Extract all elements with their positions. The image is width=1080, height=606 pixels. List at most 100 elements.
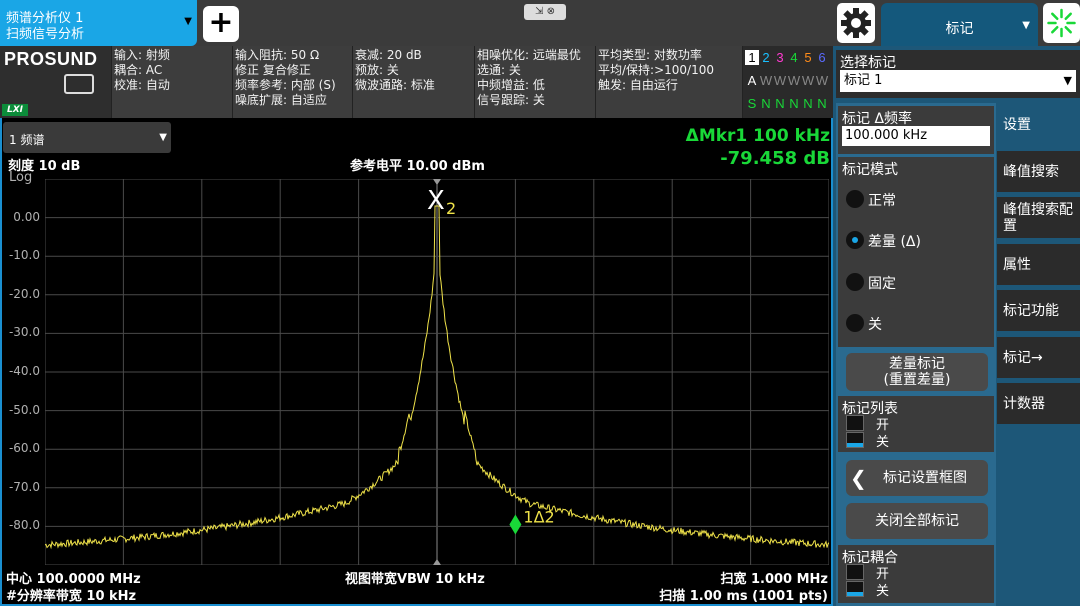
delta-marker-button-line2: (重置差量) — [883, 372, 951, 388]
marker-mode-title: 标记模式 — [842, 162, 898, 178]
setting-noise-floor: 噪底扩展: 自适应 — [235, 93, 327, 107]
trace-detector: N — [789, 96, 799, 111]
trace-number: 3 — [776, 50, 784, 65]
trace-type: W — [759, 73, 773, 88]
menu-tab-counter[interactable]: 计数器 — [997, 382, 1080, 424]
rbw-label[interactable]: #分辨率带宽 10 kHz — [6, 585, 136, 604]
delta-freq-input[interactable]: 100.000 kHz — [842, 126, 990, 146]
menu-selector[interactable]: 标记 ▼ — [881, 3, 1038, 46]
trace-number: 2 — [762, 50, 770, 65]
trace-number: 6 — [818, 50, 826, 65]
center-arrow-bottom — [433, 559, 441, 565]
reference-marker[interactable]: X — [427, 186, 445, 216]
trace-indicator[interactable]: 123456 AWWWWW SNNNNN — [742, 46, 833, 118]
busy-indicator — [1043, 3, 1080, 43]
settings-impedance[interactable]: 输入阻抗: 50 Ω 修正 复合修正 频率参考: 内部 (S) 噪底扩展: 自适… — [232, 46, 352, 118]
trace-detector: N — [817, 96, 827, 111]
setting-correction: 修正 复合修正 — [235, 63, 311, 77]
chevron-down-icon: ▼ — [1022, 20, 1030, 31]
grid — [45, 179, 829, 565]
setting-impedance: 输入阻抗: 50 Ω — [235, 48, 320, 62]
brand-area: PROSUND LXI — [0, 46, 112, 118]
mode-off-label: 关 — [868, 317, 882, 333]
y-tick-label: -50.0 — [8, 402, 40, 417]
delta-marker-label: 1Δ2 — [523, 507, 554, 526]
settings-phase-noise[interactable]: 相噪优化: 远端最优 选通: 关 中频增益: 低 信号跟踪: 关 — [474, 46, 595, 118]
settings-input[interactable]: 输入: 射频 耦合: AC 校准: 自动 — [111, 46, 232, 118]
trace-selector[interactable]: 1 频谱 ▼ — [3, 122, 171, 153]
trace-numbers-row: 123456 — [745, 50, 829, 66]
marker-select-value: 标记 1 — [844, 73, 883, 88]
trace-selector-value: 1 频谱 — [9, 133, 45, 147]
marker-select-dropdown[interactable]: 标记 1 ▼ — [840, 70, 1076, 92]
trace-number: 5 — [804, 50, 812, 65]
menu-tab-marker-function[interactable]: 标记功能 — [997, 289, 1080, 331]
trace-type: W — [815, 73, 829, 88]
marker-select-title: 选择标记 — [840, 55, 896, 71]
setting-mw-path: 微波通路: 标准 — [355, 78, 435, 92]
spectrum-plot[interactable]: X 2 1Δ2 — [45, 179, 829, 565]
marker-setup-button[interactable]: ❮ 标记设置框图 — [846, 460, 988, 496]
mode-fixed-label: 固定 — [868, 276, 896, 292]
settings-attenuation[interactable]: 衰减: 20 dB 预放: 关 微波通路: 标准 — [352, 46, 474, 118]
radio-selected-icon — [846, 231, 864, 249]
toggle-selected-icon — [846, 432, 864, 448]
brand-logo: PROSUND — [4, 49, 98, 69]
menu-tab-peak-config[interactable]: 峰值搜索配置 — [997, 196, 1080, 238]
menu-title: 标记 — [945, 21, 974, 37]
add-screen-button[interactable]: + — [203, 6, 239, 42]
marker-mode-group: 标记模式 正常 差量 (Δ) 固定 关 — [838, 157, 994, 347]
setting-trigger: 触发: 自由运行 — [598, 78, 678, 92]
toggle-icon — [846, 564, 864, 580]
mode-delta-label: 差量 (Δ) — [868, 234, 921, 250]
toggle-selected-icon — [846, 581, 864, 597]
settings-average[interactable]: 平均类型: 对数功率 平均/保持:>100/100 触发: 自由运行 — [595, 46, 742, 118]
chevron-down-icon: ▼ — [1063, 74, 1072, 87]
setting-phase-noise: 相噪优化: 远端最优 — [477, 48, 581, 62]
menu-tab-settings[interactable]: 设置 — [997, 103, 1080, 145]
reference-marker-index: 2 — [446, 199, 456, 218]
chevron-down-icon: ▼ — [159, 132, 167, 143]
monitor-icon[interactable] — [64, 74, 94, 94]
marker-select-group: 选择标记 标记 1 ▼ — [836, 50, 1080, 98]
toggle-icon — [846, 415, 864, 431]
setting-coupling: 耦合: AC — [114, 63, 163, 77]
menu-tab-peak-search[interactable]: 峰值搜索 — [997, 150, 1080, 192]
trace-type: W — [773, 73, 787, 88]
radio-icon — [846, 273, 864, 291]
spinner-icon — [1047, 8, 1076, 38]
trace-number: 4 — [790, 50, 798, 65]
ref-level-label: 参考电平 10.00 dBm — [350, 159, 485, 174]
radio-icon — [846, 314, 864, 332]
menu-tab-properties[interactable]: 属性 — [997, 243, 1080, 285]
y-tick-label: -30.0 — [8, 325, 40, 340]
chevron-down-icon: ▼ — [184, 16, 192, 27]
marker-list-off-label: 关 — [876, 435, 890, 450]
scale-type: Log — [9, 170, 33, 185]
y-tick-label: 0.00 — [13, 209, 40, 224]
center-arrow-top — [433, 179, 441, 185]
measurement-name: 扫频信号分析 — [6, 27, 85, 42]
trace-type: A — [747, 73, 757, 88]
trace-detector: N — [761, 96, 771, 111]
vbw-label[interactable]: 视图带宽VBW 10 kHz — [345, 568, 485, 587]
chevron-left-icon: ❮ — [850, 466, 867, 490]
delta-marker-button-line1: 差量标记 — [889, 356, 945, 372]
delta-marker-button[interactable]: 差量标记 (重置差量) — [846, 353, 988, 391]
menu-tab-marker-to[interactable]: 标记→ — [997, 336, 1080, 378]
setting-input: 输入: 射频 — [114, 48, 170, 62]
setting-average-type: 平均类型: 对数功率 — [598, 48, 702, 62]
sweep-label[interactable]: 扫描 1.00 ms (1001 pts) — [659, 585, 828, 604]
trace-detector: N — [775, 96, 785, 111]
y-tick-label: -20.0 — [8, 286, 40, 301]
instrument-tab[interactable]: 频谱分析仪 1 扫频信号分析 ▼ — [0, 0, 197, 46]
marker-setup-label: 标记设置框图 — [883, 470, 967, 486]
radio-icon — [846, 190, 864, 208]
trace-detector-row: SNNNNN — [745, 96, 829, 112]
delta-freq-group: 标记 Δ频率 100.000 kHz — [838, 106, 994, 154]
window-control-pill[interactable]: ⇲ ⊗ — [524, 4, 566, 20]
settings-button[interactable] — [837, 3, 875, 43]
marker-coupling-off-label: 关 — [876, 584, 890, 599]
all-markers-off-button[interactable]: 关闭全部标记 — [846, 503, 988, 539]
delta-marker[interactable] — [509, 514, 522, 535]
